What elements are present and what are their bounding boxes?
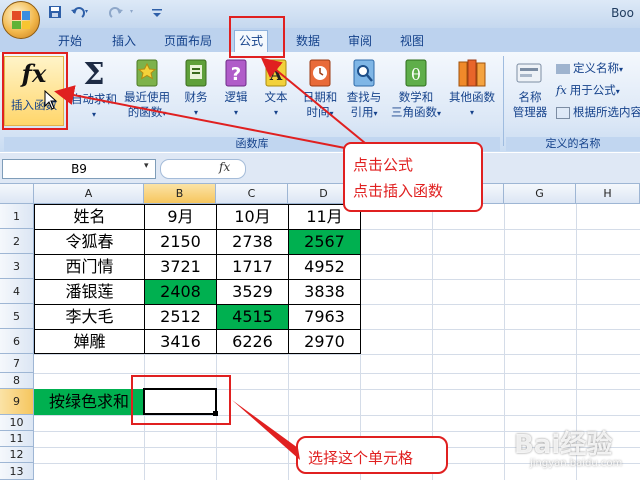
callout-pointer xyxy=(232,400,300,460)
office-button[interactable] xyxy=(2,1,40,39)
annotation-arrows xyxy=(54,57,366,460)
baidu-watermark-url: jingyan.baidu.com xyxy=(530,458,623,469)
office-logo-icon xyxy=(12,11,30,29)
arrow-to-insert-function xyxy=(54,85,346,149)
baidu-watermark: Bai经验 xyxy=(514,430,613,460)
arrow-to-formulas-tab xyxy=(260,57,366,144)
